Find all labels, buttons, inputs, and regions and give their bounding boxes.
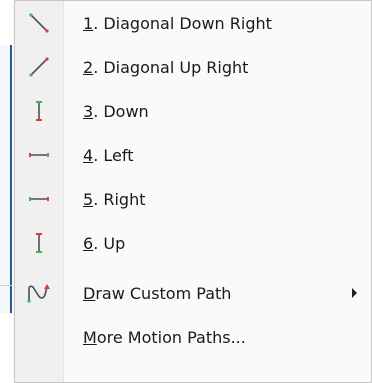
menu-item-up[interactable]: 6. Up xyxy=(15,221,371,265)
menu-item-down[interactable]: 3. Down xyxy=(15,89,371,133)
custom-path-icon xyxy=(15,271,63,315)
motion-paths-menu: 1. Diagonal Down Right 2. Diagonal Up Ri… xyxy=(14,0,372,383)
submenu-arrow-icon xyxy=(352,288,357,298)
menu-item-label: 2. Diagonal Up Right xyxy=(83,57,249,77)
down-path-icon xyxy=(15,89,63,133)
background-divider xyxy=(0,285,12,286)
screen: 1. Diagonal Down Right 2. Diagonal Up Ri… xyxy=(0,0,372,383)
menu-item-label: 3. Down xyxy=(83,101,149,121)
menu-item-label: Draw Custom Path xyxy=(83,283,232,303)
menu-item-label: 5. Right xyxy=(83,189,146,209)
menu-item-diagonal-down-right[interactable]: 1. Diagonal Down Right xyxy=(15,1,371,45)
menu-item-label: 6. Up xyxy=(83,233,126,253)
menu-item-label: 1. Diagonal Down Right xyxy=(83,13,272,33)
diagonal-down-right-icon xyxy=(15,1,63,45)
menu-item-right[interactable]: 5. Right xyxy=(15,177,371,221)
menu-item-label: 4. Left xyxy=(83,145,134,165)
left-path-icon xyxy=(15,133,63,177)
menu-item-diagonal-up-right[interactable]: 2. Diagonal Up Right xyxy=(15,45,371,89)
diagonal-up-right-icon xyxy=(15,45,63,89)
menu-item-label: More Motion Paths... xyxy=(83,327,246,347)
empty-icon-slot xyxy=(15,315,63,359)
menu-item-more-motion-paths[interactable]: More Motion Paths... xyxy=(15,315,371,359)
background-panel xyxy=(0,45,12,313)
menu-item-draw-custom-path[interactable]: Draw Custom Path xyxy=(15,271,371,315)
up-path-icon xyxy=(15,221,63,265)
menu-item-left[interactable]: 4. Left xyxy=(15,133,371,177)
right-path-icon xyxy=(15,177,63,221)
